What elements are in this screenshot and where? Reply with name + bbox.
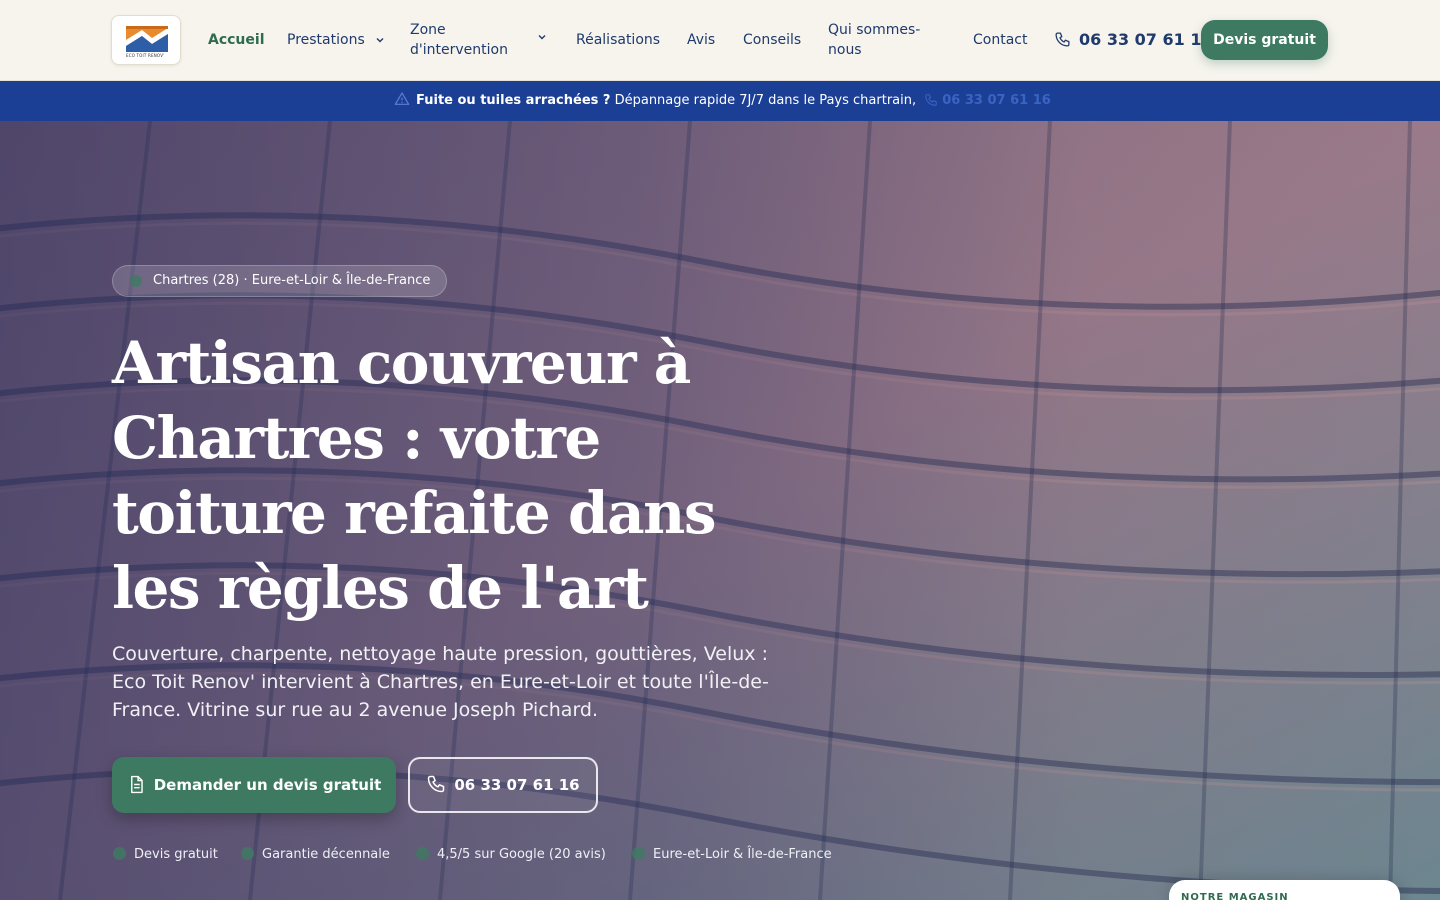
trust-label: Garantie décennale (262, 847, 390, 862)
nav-contact[interactable]: Contact (973, 30, 1027, 50)
site-header: ECO TOIT RENOV' Accueil Prestations Zone… (0, 0, 1440, 81)
location-badge: Chartres (28) · Eure-et-Loir & Île-de-Fr… (112, 265, 448, 297)
trust-label: Eure-et-Loir & Île-de-France (653, 847, 832, 862)
store-card-label: NOTRE MAGASIN (1181, 892, 1289, 900)
request-quote-label: Demander un devis gratuit (153, 776, 382, 794)
nav-prestations[interactable]: Prestations (287, 30, 385, 50)
trust-item: 4,5/5 sur Google (20 avis) (416, 846, 606, 864)
shield-icon (241, 847, 254, 860)
map-pin-icon (130, 275, 142, 287)
alert-phone-link[interactable]: 06 33 07 61 16 (924, 93, 1051, 108)
nav-avis[interactable]: Avis (687, 30, 715, 50)
header-phone-link[interactable]: 06 33 07 61 16 (1054, 29, 1213, 51)
hero-section: Chartres (28) · Eure-et-Loir & Île-de-Fr… (0, 121, 1440, 900)
chevron-down-icon (376, 38, 384, 43)
hero-title: Artisan couvreur à Chartres : votre toit… (112, 329, 717, 622)
star-icon (416, 847, 429, 860)
hero-subtitle: Couverture, charpente, nettoyage haute p… (112, 643, 769, 721)
emergency-alert-bar: Fuite ou tuiles arrachées ? Dépannage ra… (0, 81, 1440, 121)
logo-text: ECO TOIT RENOV' (126, 53, 165, 58)
header-phone-number: 06 33 07 61 16 (1079, 30, 1213, 49)
nav-qui-sommes-nous[interactable]: Qui sommes-nous (828, 20, 928, 60)
map-pin-icon (632, 847, 645, 860)
chevron-down-icon[interactable] (537, 32, 547, 42)
trust-item: Garantie décennale (241, 846, 390, 864)
nav-realisations[interactable]: Réalisations (576, 30, 660, 50)
nav-conseils[interactable]: Conseils (743, 30, 801, 50)
phone-icon (1055, 32, 1070, 47)
warning-triangle-icon (394, 92, 410, 105)
alert-phone-number: 06 33 07 61 16 (942, 93, 1051, 108)
alert-text: Dépannage rapide 7J/7 dans le Pays chart… (614, 93, 917, 108)
alert-headline: Fuite ou tuiles arrachées ? (416, 93, 611, 108)
nav-prestations-label: Prestations (287, 32, 365, 48)
request-quote-button[interactable]: Demander un devis gratuit (112, 757, 396, 813)
check-icon (113, 847, 126, 860)
call-phone-label: 06 33 07 61 16 (454, 776, 580, 794)
nav-zone-intervention[interactable]: Zone d'intervention (410, 20, 520, 60)
trust-item: Eure-et-Loir & Île-de-France (632, 846, 832, 864)
trust-label: 4,5/5 sur Google (20 avis) (437, 847, 606, 862)
phone-icon (925, 94, 938, 106)
site-logo[interactable]: ECO TOIT RENOV' (111, 15, 181, 65)
location-badge-text: Chartres (28) · Eure-et-Loir & Île-de-Fr… (153, 273, 431, 288)
trust-label: Devis gratuit (134, 847, 218, 862)
document-icon (130, 775, 143, 794)
devis-gratuit-button[interactable]: Devis gratuit (1201, 20, 1328, 60)
nav-accueil[interactable]: Accueil (208, 30, 265, 50)
call-phone-button[interactable]: 06 33 07 61 16 (408, 757, 598, 813)
phone-icon (428, 775, 445, 793)
store-card[interactable]: NOTRE MAGASIN (1169, 880, 1400, 900)
trust-item: Devis gratuit (113, 846, 218, 864)
